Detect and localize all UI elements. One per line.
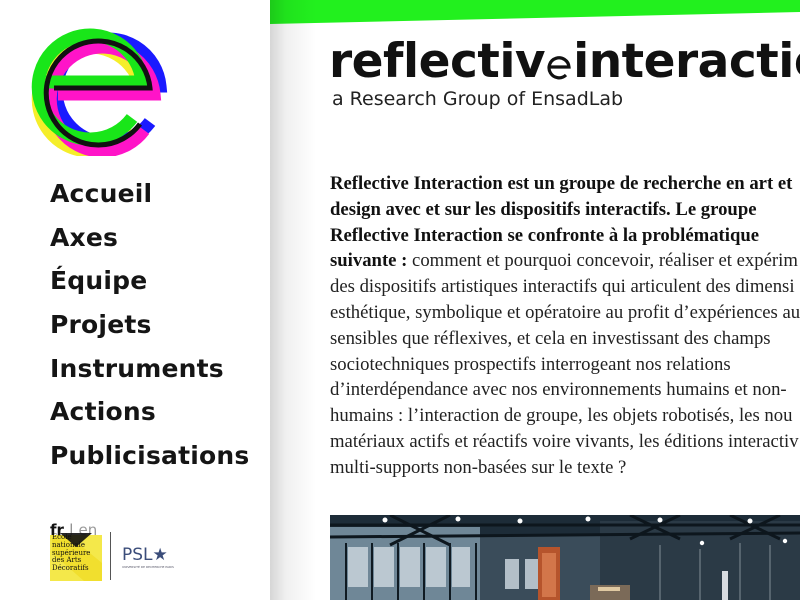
ensad-logo-text: École nationale supérieure des Arts Déco…	[52, 533, 91, 573]
top-accent-bar	[270, 0, 800, 24]
nav-item-actions[interactable]: Actions	[50, 390, 249, 434]
nav-item-accueil[interactable]: Accueil	[50, 172, 249, 216]
site-subtitle: a Research Group of EnsadLab	[332, 88, 624, 110]
psl-logo[interactable]: PSL★ UNIVERSITÉ DE RECHERCHE PARIS	[122, 545, 178, 575]
nav-item-equipe[interactable]: Équipe	[50, 259, 249, 303]
site-title-part1: reflectiv	[329, 34, 546, 89]
nav-item-instruments[interactable]: Instruments	[50, 347, 249, 391]
site-title-part2: interactio	[573, 34, 800, 89]
nav-item-axes[interactable]: Axes	[50, 216, 249, 260]
page: Accueil Axes Équipe Projets Instruments …	[0, 0, 800, 600]
logo-divider	[110, 532, 111, 580]
nav-item-publicisations[interactable]: Publicisations	[50, 434, 249, 478]
hero-photo	[330, 515, 800, 600]
intro-body: comment et pourquoi concevoir, réaliser …	[330, 250, 800, 478]
small-e-icon	[547, 56, 571, 80]
site-title: reflectiv interactio	[329, 34, 800, 90]
intro-paragraph: Reflective Interaction est un groupe de …	[330, 171, 800, 481]
psl-logo-subtext: UNIVERSITÉ DE RECHERCHE PARIS	[122, 565, 174, 569]
sidebar-shadow	[270, 0, 316, 600]
psl-logo-text: PSL★	[122, 545, 168, 565]
ensad-logo[interactable]: École nationale supérieure des Arts Déco…	[50, 533, 102, 581]
nav-item-projets[interactable]: Projets	[50, 303, 249, 347]
sidebar: Accueil Axes Équipe Projets Instruments …	[0, 0, 270, 600]
main-nav: Accueil Axes Équipe Projets Instruments …	[50, 172, 249, 478]
ensadlab-e-logo[interactable]	[28, 16, 182, 156]
